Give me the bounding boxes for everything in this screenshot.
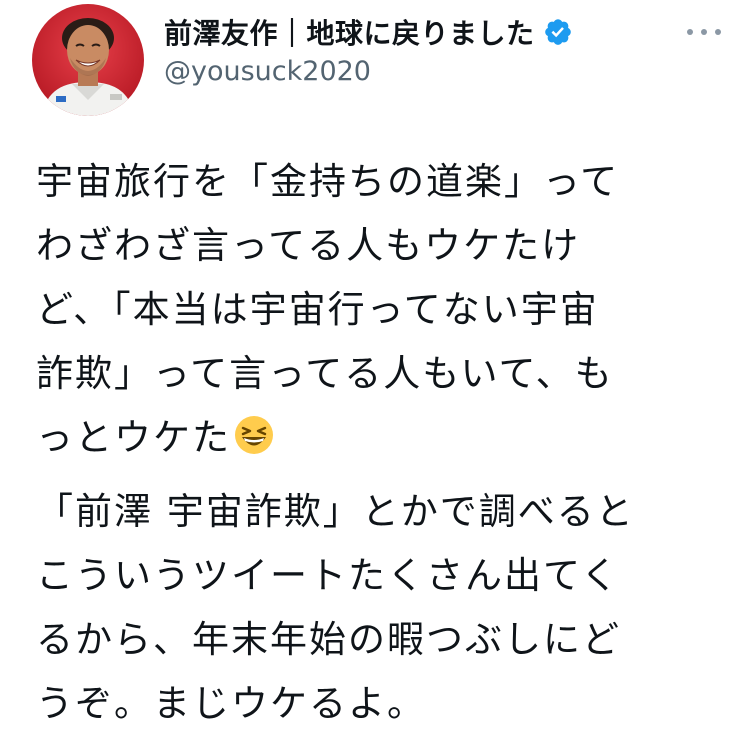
avatar-image [32,4,144,116]
author-name-row: 前澤友作｜地球に戻りました [164,10,573,54]
tweet-text: 宇宙旅行を「金持ちの道楽」って わざわざ言ってる人もウケたけ ど、「本当は宇宙行… [36,150,716,736]
username-handle[interactable]: @yousuck2020 [164,56,371,87]
display-name[interactable]: 前澤友作｜地球に戻りました [164,12,535,52]
tweet-card: 前澤友作｜地球に戻りました @yousuck2020 宇宙旅行を「金持ちの道楽」… [0,0,750,750]
verified-badge-icon [543,17,573,47]
more-horizontal-icon [687,29,721,35]
tweet-paragraph-1-text: 宇宙旅行を「金持ちの道楽」って わざわざ言ってる人もウケたけ ど、「本当は宇宙行… [36,160,620,459]
tweet-paragraph-1: 宇宙旅行を「金持ちの道楽」って わざわざ言ってる人もウケたけ ど、「本当は宇宙行… [36,150,716,470]
tweet-paragraph-2: 「前澤 宇宙詐欺」とかで調べると こういうツイートたくさん出てく るから、年末年… [36,490,635,725]
avatar[interactable] [32,4,144,116]
grinning-squinting-face-icon [233,412,275,454]
more-options-button[interactable] [684,20,724,44]
